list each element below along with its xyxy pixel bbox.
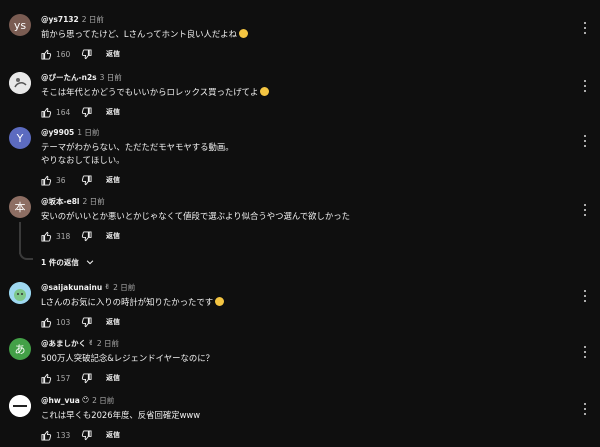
comment-actions: 160 返信 [41,48,570,60]
thumbs-up-icon[interactable] [41,317,52,328]
comment-header: @hw_vua 😶 2 日前 [41,395,570,406]
like-count: 133 [56,430,71,440]
author-handle[interactable]: @ys7132 [41,15,79,24]
comment-time[interactable]: 2 日前 [92,396,114,405]
comment-text: 500万人突破記念&レジェンドイヤーなのに？ [41,353,215,363]
thumbs-down-icon[interactable] [81,316,92,328]
thumbs-down-icon[interactable] [81,106,92,118]
comment-header: @ぴーたん-n2s 3 日前 [41,72,570,83]
author-handle[interactable]: @hw_vua [41,396,80,405]
avatar[interactable]: あ [9,338,31,360]
member-badge-icon: ✌ [88,339,94,347]
more-vert-icon[interactable] [580,78,590,94]
comment-item: あ @あましかく ✌ 2 日前 500万人突破記念&レジェンドイヤーなのに？ 157… [0,338,600,386]
thumbs-up-icon[interactable] [41,373,52,384]
reply-button[interactable]: 返信 [106,49,120,59]
more-vert-icon[interactable] [580,288,590,304]
comment-item: @ぴーたん-n2s 3 日前 そこは年代とかどうでもいいからロレックス買ったげてよ… [0,72,600,120]
comment-time[interactable]: 2 日前 [97,339,119,348]
comment-actions: 164 返信 [41,106,570,118]
comment-header: @ys7132 2 日前 [41,14,570,25]
avatar[interactable]: ys [9,14,31,36]
comment-time[interactable]: 2 日前 [83,197,105,206]
comment-actions: 103 返信 [41,316,570,328]
comment-time[interactable]: 3 日前 [100,73,122,82]
member-badge-icon: ✌ [104,283,111,291]
thumbs-up-icon[interactable] [41,107,52,118]
like-count: 160 [56,49,71,59]
avatar[interactable]: 本 [9,196,31,218]
thread-connector-curve [19,246,33,260]
like-count: 36 [56,175,66,185]
comment-text: 安いのがいいとか悪いとかじゃなくて値段で選ぶより似合うやつ選んで欲しかった [41,211,351,221]
reply-button[interactable]: 返信 [106,317,120,327]
author-handle[interactable]: @あましかく [41,339,86,348]
more-vert-icon[interactable] [580,202,590,218]
like-count: 318 [56,231,71,241]
comment-item: Y @y9905 1 日前 テーマがわからない、ただただモヤモヤする動画。 やりな… [0,127,600,187]
more-vert-icon[interactable] [580,344,590,360]
comment-actions: 157 返信 [41,372,570,384]
more-vert-icon[interactable] [580,401,590,417]
comment-header: @坂本-e8l 2 日前 [41,196,570,207]
comment-item: 本 @坂本-e8l 2 日前 安いのがいいとか悪いとかじゃなくて値段で選ぶより似合… [0,196,600,244]
author-handle[interactable]: @saijakunainu [41,283,102,292]
avatar-image-icon [9,282,31,304]
comment-time[interactable]: 2 日前 [113,283,135,292]
more-vert-icon[interactable] [580,133,590,149]
thumbs-down-icon[interactable] [81,372,92,384]
comment-actions: 133 返信 [41,429,570,441]
comment-text: Lさんのお気に入りの時計が知りたかったです [41,296,570,309]
reply-button[interactable]: 返信 [106,430,120,440]
comment-text: 前から思ってたけど、Lさんってホント良い人だよね [41,28,570,41]
avatar[interactable] [9,72,31,94]
comment-text: テーマがわからない、ただただモヤモヤする動画。 やりなおしてほしい。 [41,142,234,165]
reply-button[interactable]: 返信 [106,107,120,117]
comment-actions: 318 返信 [41,230,570,242]
slightly-smiling-face-icon [215,297,225,306]
avatar-image-icon [9,395,31,417]
comment-item: @saijakunainu ✌ 2 日前 Lさんのお気に入りの時計が知りたかったです… [0,282,600,330]
comment-time[interactable]: 2 日前 [82,15,104,24]
author-handle[interactable]: @y9905 [41,128,74,137]
smiling-face-icon [260,87,270,96]
avatar[interactable] [9,282,31,304]
like-count: 103 [56,317,71,327]
member-badge-icon: 😶 [81,396,90,404]
view-replies-button[interactable]: 1 件の返信 [41,256,95,268]
comment-text: これは早くも2026年度、反省回確定www [41,410,201,420]
avatar[interactable]: Y [9,127,31,149]
thumbs-down-icon[interactable] [81,48,92,60]
thumbs-down-icon[interactable] [81,174,92,186]
thumbs-down-icon[interactable] [81,429,92,441]
avatar[interactable] [9,395,31,417]
thumbs-up-icon[interactable] [41,430,52,441]
reply-button[interactable]: 返信 [106,175,120,185]
thumbs-up-icon[interactable] [41,175,52,186]
comment-actions: 36 返信 [41,174,570,186]
chevron-down-icon [86,260,94,265]
comment-header: @saijakunainu ✌ 2 日前 [41,282,570,293]
like-count: 164 [56,107,71,117]
more-vert-icon[interactable] [580,20,590,36]
comment-text: そこは年代とかどうでもいいからロレックス買ったげてよ [41,86,570,99]
comment-item: @hw_vua 😶 2 日前 これは早くも2026年度、反省回確定www 133 返… [0,395,600,443]
thumbs-up-icon[interactable] [41,49,52,60]
thumbs-down-icon[interactable] [81,230,92,242]
author-handle[interactable]: @ぴーたん-n2s [41,73,97,82]
reply-button[interactable]: 返信 [106,373,120,383]
avatar-image-icon [9,72,31,94]
reply-button[interactable]: 返信 [106,231,120,241]
comment-header: @あましかく ✌ 2 日前 [41,338,570,349]
comment-item: ys @ys7132 2 日前 前から思ってたけど、Lさんってホント良い人だよね … [0,14,600,62]
comment-header: @y9905 1 日前 [41,127,570,138]
grinning-face-with-sweat-icon [239,29,249,38]
author-handle[interactable]: @坂本-e8l [41,197,80,206]
like-count: 157 [56,373,71,383]
thumbs-up-icon[interactable] [41,231,52,242]
comment-time[interactable]: 1 日前 [77,128,99,137]
